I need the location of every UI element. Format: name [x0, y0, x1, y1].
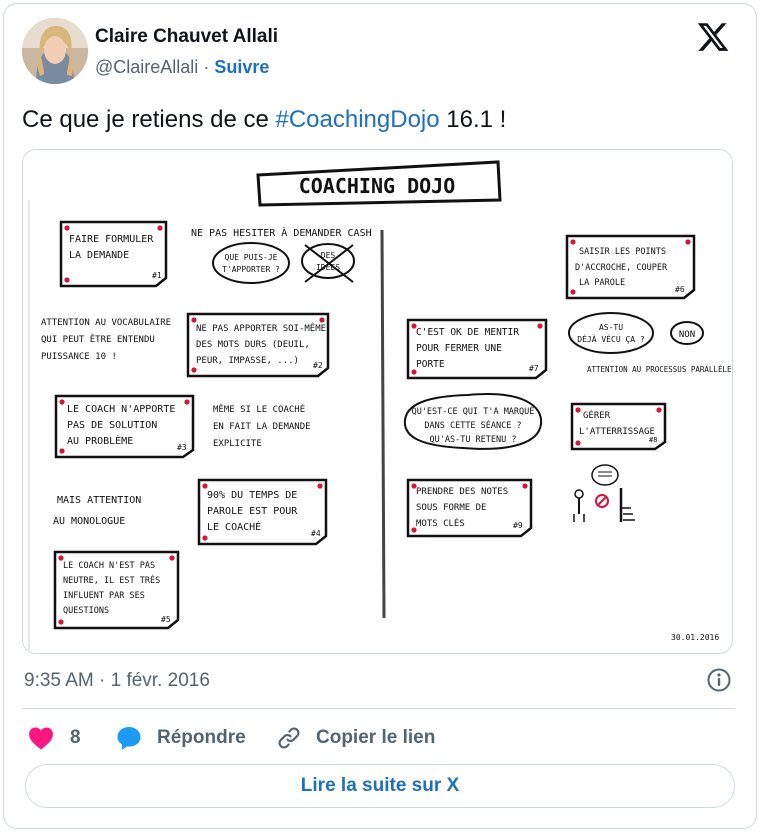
note-6-number: #6 [675, 285, 685, 294]
note-7-line-2: POUR FERMER UNE [416, 343, 502, 354]
note-7-number: #7 [529, 364, 539, 373]
follow-link[interactable]: Suivre [214, 57, 269, 77]
bubble-3-line-2: DÉJÀ VÉCU ÇA ? [577, 333, 645, 344]
note-7-line-1: C'EST OK DE MENTIR [416, 327, 519, 338]
note-2-line-1: NE PAS APPORTER SOI-MÊME [196, 322, 326, 334]
note-3-line-1: LE COACH N'APPORTE [67, 404, 175, 415]
mais-line-1: MAIS ATTENTION [57, 495, 141, 506]
hashtag-link[interactable]: #CoachingDojo [276, 106, 440, 133]
tweet-date: 1 févr. 2016 [110, 670, 210, 691]
column-divider [380, 229, 386, 619]
note-3-number: #3 [177, 443, 187, 452]
avatar[interactable] [22, 18, 88, 84]
note-8: GÉRER L'ATTERRISSAGE #8 [570, 402, 667, 451]
note-8-line-2: L'ATTERRISSAGE [579, 427, 655, 437]
meta-separator: · [99, 670, 106, 691]
note-4-line-3: LE COACHÉ [207, 520, 261, 533]
reply-label: Répondre [157, 727, 246, 748]
bubble-4: NON [670, 321, 704, 345]
note-6-line-1: SAISIR LES POINTS [579, 247, 666, 257]
bubble-1: QUE PUIS-JE T'APPORTER ? [212, 242, 290, 284]
sketch-date: 30.01.2016 [671, 633, 719, 642]
note-5-line-1: LE COACH N'EST PAS [63, 561, 155, 571]
meme-line-1: MÊME SI LE COACHÉ [213, 403, 305, 415]
bubble-5-line-2: DANS CETTE SÉANCE ? [424, 419, 521, 431]
tweet-time: 9:35 AM [24, 670, 94, 691]
note-3-line-3: AU PROBLÈME [67, 434, 133, 447]
vocab-line-3: PUISSANCE 10 ! [41, 352, 117, 362]
bubble-4-text: NON [679, 330, 695, 340]
divider [22, 708, 735, 709]
handle-separator: · [203, 57, 210, 77]
meme-line-2: EN FAIT LA DEMANDE [213, 422, 311, 432]
reply-button[interactable]: Répondre [116, 722, 246, 754]
sketchnote-image: COACHING DOJO FAIRE FORMULER LA DEMANDE … [23, 150, 732, 653]
like-count: 8 [70, 727, 81, 748]
read-more-button[interactable]: Lire la suite sur X [25, 764, 735, 808]
link-icon [278, 727, 300, 749]
note-6-line-3: LA PAROLE [579, 278, 625, 288]
x-logo-icon[interactable] [696, 20, 730, 54]
note-1: FAIRE FORMULER LA DEMANDE #1 [59, 220, 168, 288]
note-5-line-2: NEUTRE, IL EST TRÈS [63, 574, 160, 586]
note-5: LE COACH N'EST PAS NEUTRE, IL EST TRÈS I… [53, 550, 180, 630]
bubble-1-line-2: T'APPORTER ? [222, 265, 280, 274]
bubble-5-line-3: QU'AS-TU RETENU ? [430, 435, 517, 445]
note-3: LE COACH N'APPORTE PAS DE SOLUTION AU PR… [54, 394, 195, 459]
attention-processus: ATTENTION AU PROCESSUS PARALLÈLE [587, 365, 732, 374]
note-9-line-2: SOUS FORME DE [416, 503, 486, 513]
note-2-line-3: PEUR, IMPASSE, ...) [196, 356, 299, 366]
note-1-line-1: FAIRE FORMULER [69, 234, 154, 245]
note-6: SAISIR LES POINTS D'ACCROCHE, COUPER LA … [565, 234, 696, 300]
note-8-number: #8 [649, 436, 657, 444]
like-button[interactable]: 8 [28, 722, 81, 754]
note-2-number: #2 [313, 361, 323, 370]
heart-icon [29, 727, 53, 750]
note-8-line-1: GÉRER [583, 409, 611, 421]
note-9-line-3: MOTS CLÉS [416, 517, 465, 529]
bubble-5: QU'EST-CE QUI T'A MARQUÉ DANS CETTE SÉAN… [403, 393, 543, 450]
tweet-text: Ce que je retiens de ce #CoachingDojo 16… [22, 106, 506, 134]
tweet-text-before: Ce que je retiens de ce [22, 106, 276, 133]
bubble-3: AS-TU DÉJÀ VÉCU ÇA ? [568, 312, 654, 354]
note-1-number: #1 [152, 271, 162, 280]
note-3-line-2: PAS DE SOLUTION [67, 420, 157, 431]
note-9-line-1: PRENDRE DES NOTES [416, 487, 508, 497]
sketch-title: COACHING DOJO [299, 174, 456, 198]
tweet-timestamp[interactable]: 9:35 AM · 1 févr. 2016 [24, 670, 210, 692]
note-1-line-2: LA DEMANDE [69, 250, 129, 261]
copy-link-button[interactable]: Copier le lien [276, 722, 435, 754]
note-4-line-1: 90% DU TEMPS DE [207, 490, 297, 501]
avatar-image [22, 18, 88, 84]
vocab-line-1: ATTENTION AU VOCABULAIRE [41, 318, 171, 328]
meme-line-3: EXPLICITE [213, 439, 262, 449]
handle-line: @ClaireAllali · Suivre [95, 57, 269, 78]
note-7: C'EST OK DE MENTIR POUR FERMER UNE PORTE… [406, 318, 548, 380]
mais-line-2: AU MONOLOGUE [53, 516, 125, 527]
bubble-1-line-1: QUE PUIS-JE [225, 253, 278, 262]
info-icon[interactable] [706, 667, 732, 693]
author-name[interactable]: Claire Chauvet Allali [95, 26, 278, 48]
reply-bubble-icon [117, 727, 141, 750]
tweet-text-after: 16.1 ! [439, 106, 507, 133]
note-9-number: #9 [513, 521, 523, 530]
note-5-line-3: INFLUENT PAR SES [63, 591, 145, 601]
note-2: NE PAS APPORTER SOI-MÊME DES MOTS DURS (… [186, 312, 330, 378]
note-4-line-2: PAROLE EST POUR [207, 506, 298, 517]
note-5-line-4: QUESTIONS [63, 606, 109, 616]
note-9: PRENDRE DES NOTES SOUS FORME DE MOTS CLÉ… [406, 478, 533, 538]
bubble-5-line-1: QU'EST-CE QUI T'A MARQUÉ [412, 405, 535, 417]
note-4-number: #4 [311, 529, 321, 538]
header-text: NE PAS HESITER À DEMANDER CASH [191, 226, 372, 239]
copy-link-label: Copier le lien [316, 727, 436, 748]
note-7-line-3: PORTE [416, 359, 445, 370]
tweet-media[interactable]: COACHING DOJO FAIRE FORMULER LA DEMANDE … [22, 149, 733, 654]
note-2-line-2: DES MOTS DURS (DEUIL, [196, 340, 310, 350]
note-5-number: #5 [161, 615, 171, 624]
author-handle[interactable]: @ClaireAllali [95, 57, 198, 77]
vocab-line-2: QUI PEUT ÊTRE ENTENDU [41, 333, 155, 345]
note-6-line-2: D'ACCROCHE, COUPER [575, 263, 668, 273]
bubble-3-line-1: AS-TU [599, 323, 623, 332]
note-4: 90% DU TEMPS DE PAROLE EST POUR LE COACH… [197, 478, 328, 546]
